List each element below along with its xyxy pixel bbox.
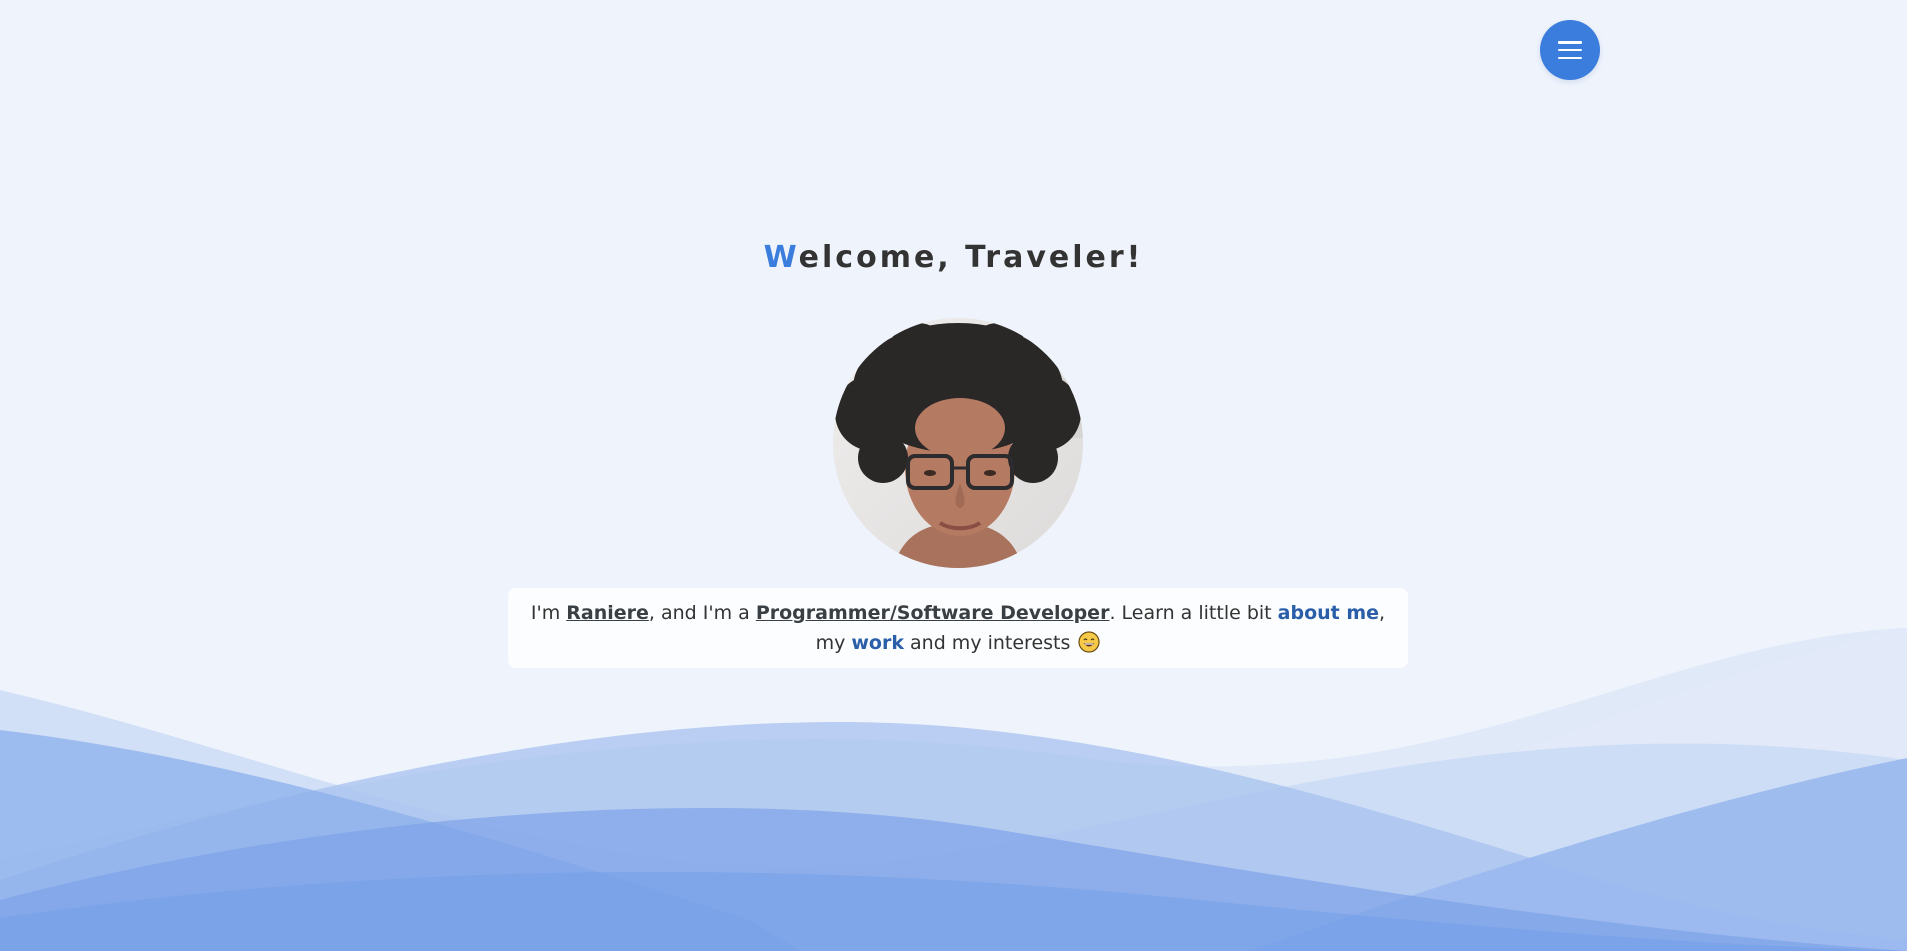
menu-button[interactable] bbox=[1540, 20, 1600, 80]
title-accent-letter: W bbox=[763, 240, 799, 275]
intro-text-3: . Learn a little bit bbox=[1109, 602, 1278, 624]
work-link[interactable]: work bbox=[851, 632, 904, 654]
name-link[interactable]: Raniere bbox=[566, 602, 649, 624]
grinning-face-icon bbox=[1078, 631, 1101, 653]
role-link[interactable]: Programmer/Software Developer bbox=[756, 602, 1110, 624]
title-rest: elcome, Traveler! bbox=[798, 240, 1144, 275]
avatar bbox=[833, 318, 1083, 568]
intro-text-2: , and I'm a bbox=[648, 602, 756, 624]
intro-text-1: I'm bbox=[530, 602, 567, 624]
page-title: Welcome, Traveler! bbox=[0, 240, 1907, 275]
hamburger-menu-icon bbox=[1558, 41, 1582, 59]
intro-text-5: and my interests bbox=[903, 632, 1077, 654]
intro-card: I'm Raniere, and I'm a Programmer/Softwa… bbox=[508, 588, 1408, 668]
page: Welcome, Traveler! I'm Raniere, and I'm … bbox=[0, 0, 1907, 951]
about-me-link[interactable]: about me bbox=[1278, 602, 1379, 624]
